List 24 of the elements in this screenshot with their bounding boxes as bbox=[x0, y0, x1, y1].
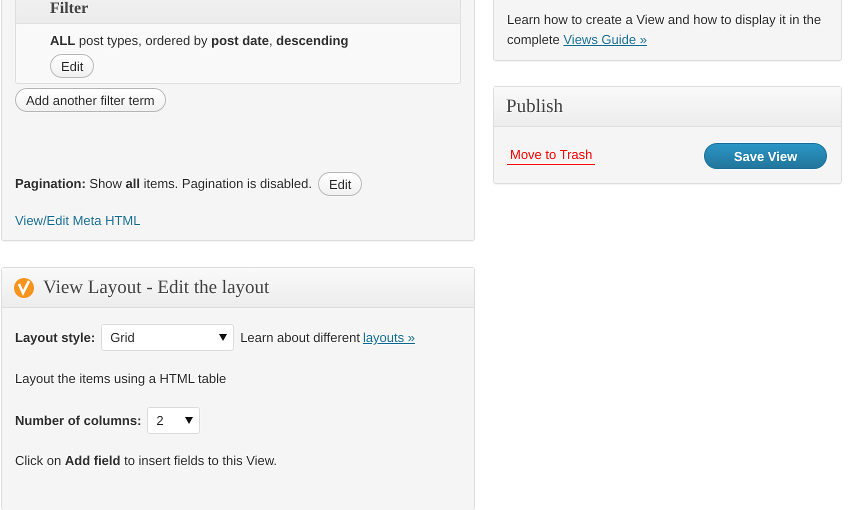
move-to-trash-link[interactable]: Move to Trash bbox=[507, 147, 596, 165]
edit-filter-button[interactable]: Edit bbox=[50, 54, 94, 78]
caret-icon bbox=[219, 334, 228, 341]
add-field-hint: Click on Add field to insert fields to this View. bbox=[15, 452, 278, 470]
filter-title: Filter bbox=[50, 0, 88, 18]
filter-summary: ALL post types, ordered by post date, descending bbox=[50, 32, 348, 50]
columns-label: Number of columns: bbox=[15, 413, 142, 428]
logo-icon bbox=[14, 278, 34, 298]
help-text: Learn how to create a View and how to display it in the complete Views Guide » bbox=[507, 11, 822, 49]
learn-layouts-text: Learn about different bbox=[240, 328, 360, 346]
layout-style-label: Layout style: bbox=[15, 330, 96, 345]
save-view-button[interactable]: Save View bbox=[704, 143, 827, 169]
edit-pagination-button[interactable]: Edit bbox=[318, 172, 362, 196]
meta-html-link[interactable]: View/Edit Meta HTML bbox=[15, 213, 140, 228]
layout-description: Layout the items using a HTML table bbox=[15, 370, 228, 388]
panel-title: Publish bbox=[506, 96, 564, 118]
pagination-text: Pagination: Show all items. Pagination is disabled. bbox=[15, 175, 312, 193]
layout-style-select[interactable]: Grid bbox=[101, 324, 234, 351]
columns-select[interactable]: 2 bbox=[147, 407, 200, 434]
layouts-link[interactable]: layouts » bbox=[362, 330, 415, 345]
add-filter-button[interactable]: Add another filter term bbox=[15, 88, 166, 112]
views-guide-link[interactable]: Views Guide » bbox=[563, 32, 647, 47]
panel-title: View Layout - Edit the layout bbox=[43, 276, 270, 298]
caret-icon bbox=[185, 417, 194, 424]
